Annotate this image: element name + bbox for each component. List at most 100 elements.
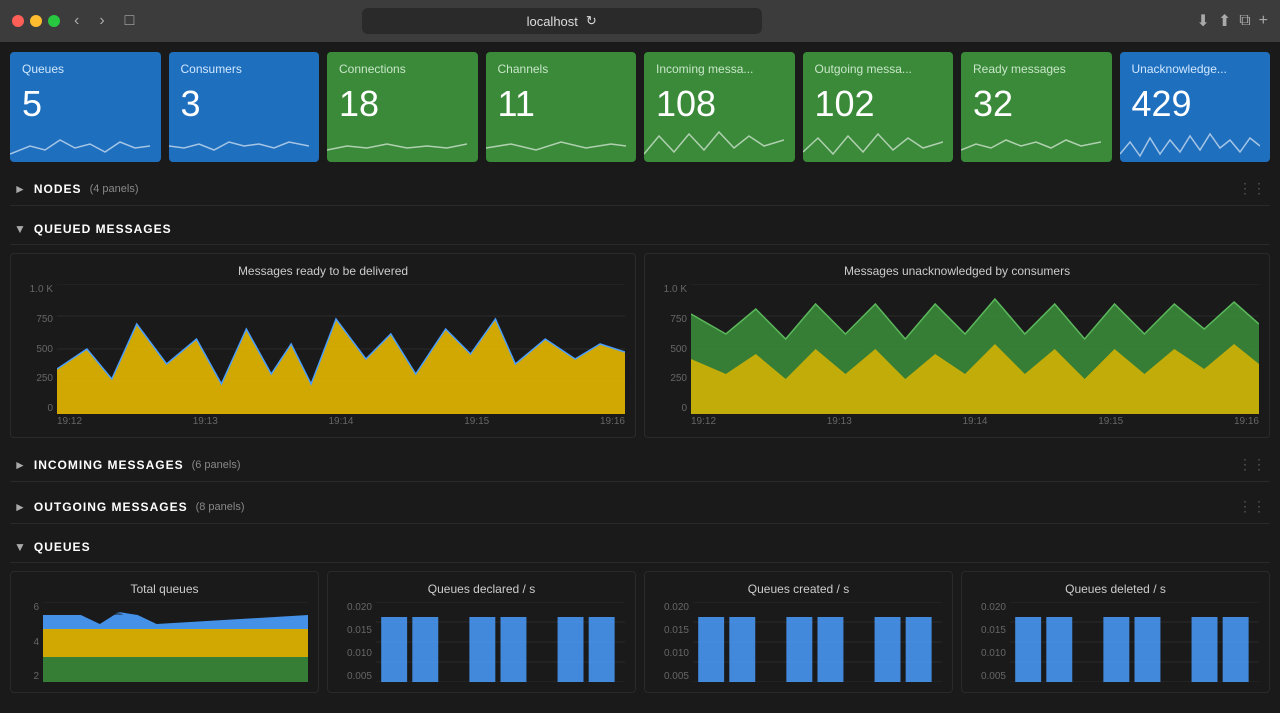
y-label: 0.015 [338, 625, 372, 636]
section-outgoing-subtitle: (8 panels) [196, 501, 245, 513]
close-button[interactable] [12, 15, 24, 27]
metric-value-channels: 11 [498, 84, 535, 124]
y-label: 750 [21, 314, 53, 325]
chevron-down-icon-queued: ▼ [14, 222, 26, 236]
back-button[interactable]: ‹ [68, 10, 85, 32]
metric-card-consumers[interactable]: Consumers 3 [169, 52, 320, 162]
chevron-right-icon-incoming: ► [14, 458, 26, 472]
metric-value-connections: 18 [339, 84, 379, 124]
chart-svg-unack [691, 284, 1259, 414]
metric-label-queues: Queues [22, 62, 149, 76]
metric-card-outgoing[interactable]: Outgoing messa... 102 [803, 52, 954, 162]
y-label: 0.015 [972, 625, 1006, 636]
chart-panel-ready: Messages ready to be delivered 1.0 K 750… [10, 253, 636, 438]
new-tab-button[interactable]: + [1259, 11, 1268, 31]
metric-card-channels[interactable]: Channels 11 [486, 52, 637, 162]
x-axis-ready: 19:12 19:13 19:14 19:15 19:16 [57, 416, 625, 427]
queued-messages-charts: Messages ready to be delivered 1.0 K 750… [10, 253, 1270, 438]
y-label: 1.0 K [655, 284, 687, 295]
sparkline-outgoing [803, 126, 943, 162]
section-nodes-title: NODES [34, 182, 82, 196]
chart-panel-unack: Messages unacknowledged by consumers 1.0… [644, 253, 1270, 438]
layout-button[interactable]: □ [119, 10, 141, 32]
chart-canvas-declared [376, 602, 625, 682]
download-button[interactable]: ⬇ [1196, 11, 1209, 31]
section-outgoing[interactable]: ► OUTGOING MESSAGES (8 panels) ⋮⋮ [10, 490, 1270, 524]
y-axis-ready: 1.0 K 750 500 250 0 [21, 284, 53, 414]
minimize-button[interactable] [30, 15, 42, 27]
fullscreen-button[interactable]: ⧉ [1239, 11, 1250, 31]
sparkline-channels [486, 126, 626, 162]
y-label: 0.020 [338, 602, 372, 613]
drag-handle-incoming: ⋮⋮ [1238, 456, 1266, 473]
x-label: 19:15 [1098, 416, 1123, 427]
y-label: 0.015 [655, 625, 689, 636]
metric-label-consumers: Consumers [181, 62, 308, 76]
maximize-button[interactable] [48, 15, 60, 27]
chart-svg-created [693, 602, 942, 682]
chart-canvas-unack: 19:12 19:13 19:14 19:15 19:16 [691, 284, 1259, 427]
traffic-lights [12, 15, 60, 27]
sparkline-ready [961, 126, 1101, 162]
metric-label-incoming: Incoming messa... [656, 62, 783, 76]
browser-chrome: ‹ › □ localhost ↻ ⬇ ⬆ ⧉ + [0, 0, 1280, 42]
reload-icon[interactable]: ↻ [586, 13, 597, 29]
metric-label-connections: Connections [339, 62, 466, 76]
section-incoming-subtitle: (6 panels) [192, 459, 241, 471]
chart-deleted-title: Queues deleted / s [972, 582, 1259, 596]
section-queued-messages[interactable]: ▼ QUEUED MESSAGES [10, 214, 1270, 245]
url-text: localhost [527, 14, 578, 29]
y-label: 0.010 [338, 648, 372, 659]
metric-card-connections[interactable]: Connections 18 [327, 52, 478, 162]
drag-handle-outgoing: ⋮⋮ [1238, 498, 1266, 515]
share-button[interactable]: ⬆ [1218, 11, 1231, 31]
chevron-right-icon: ► [14, 182, 26, 196]
y-axis-total-queues: 6 4 2 [21, 602, 39, 682]
section-queues-title: QUEUES [34, 540, 91, 554]
chart-created-title: Queues created / s [655, 582, 942, 596]
y-axis-unack: 1.0 K 750 500 250 0 [655, 284, 687, 414]
metric-card-queues[interactable]: Queues 5 [10, 52, 161, 162]
chart-canvas-deleted [1010, 602, 1259, 682]
section-nodes[interactable]: ► NODES (4 panels) ⋮⋮ [10, 172, 1270, 206]
metric-label-channels: Channels [498, 62, 625, 76]
y-label: 2 [21, 671, 39, 682]
chevron-down-icon-queues: ▼ [14, 540, 26, 554]
metric-label-outgoing: Outgoing messa... [815, 62, 942, 76]
chart-panel-total-queues: Total queues 6 4 2 [10, 571, 319, 693]
chart-panel-queues-deleted: Queues deleted / s 0.020 0.015 0.010 0.0… [961, 571, 1270, 693]
section-incoming-title: INCOMING MESSAGES [34, 458, 184, 472]
x-axis-unack: 19:12 19:13 19:14 19:15 19:16 [691, 416, 1259, 427]
chart-svg-total-queues [43, 602, 308, 682]
metric-card-unack[interactable]: Unacknowledge... 429 [1120, 52, 1271, 162]
y-label: 250 [21, 373, 53, 384]
section-incoming[interactable]: ► INCOMING MESSAGES (6 panels) ⋮⋮ [10, 448, 1270, 482]
metric-label-ready: Ready messages [973, 62, 1100, 76]
section-outgoing-title: OUTGOING MESSAGES [34, 500, 188, 514]
sparkline-incoming [644, 126, 784, 162]
y-label: 0.020 [655, 602, 689, 613]
x-label: 19:15 [464, 416, 489, 427]
chart-canvas-total-queues [43, 602, 308, 682]
y-label: 250 [655, 373, 687, 384]
x-label: 19:14 [328, 416, 353, 427]
forward-button[interactable]: › [93, 10, 110, 32]
metric-card-ready[interactable]: Ready messages 32 [961, 52, 1112, 162]
metric-label-unack: Unacknowledge... [1132, 62, 1259, 76]
x-label: 19:14 [962, 416, 987, 427]
metric-card-incoming[interactable]: Incoming messa... 108 [644, 52, 795, 162]
address-bar[interactable]: localhost ↻ [362, 8, 762, 34]
sparkline-unack [1120, 126, 1260, 162]
y-axis-deleted: 0.020 0.015 0.010 0.005 [972, 602, 1006, 682]
x-label: 19:16 [1234, 416, 1259, 427]
y-label: 1.0 K [21, 284, 53, 295]
metrics-row: Queues 5 Consumers 3 Connections 18 Chan… [10, 52, 1270, 162]
x-label: 19:16 [600, 416, 625, 427]
chart-ready-title: Messages ready to be delivered [21, 264, 625, 278]
y-label: 0.005 [338, 671, 372, 682]
section-queues[interactable]: ▼ QUEUES [10, 532, 1270, 563]
browser-actions: ⬇ ⬆ ⧉ + [1196, 11, 1268, 31]
section-queued-title: QUEUED MESSAGES [34, 222, 172, 236]
chart-canvas-ready: 19:12 19:13 19:14 19:15 19:16 [57, 284, 625, 427]
chart-canvas-created [693, 602, 942, 682]
